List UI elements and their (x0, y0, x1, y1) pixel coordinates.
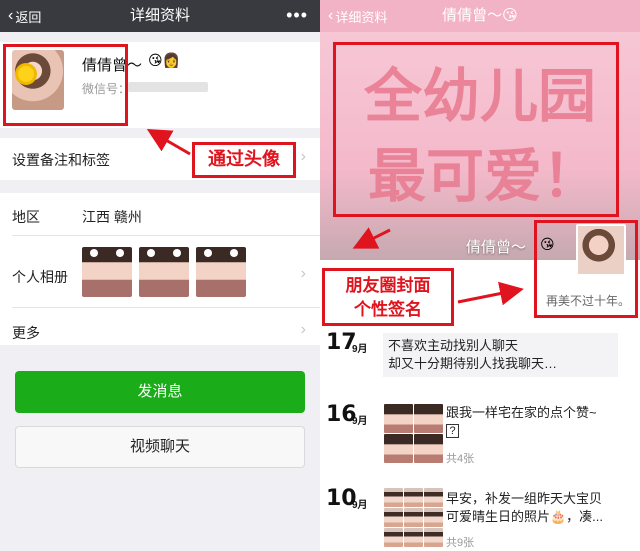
wechat-id-redacted (128, 82, 208, 92)
feed-month: 9月 (352, 500, 368, 511)
feed-photo[interactable] (404, 488, 423, 507)
feed-text-line: 早安，补发一组昨天大宝贝 (446, 491, 603, 506)
callout-via-avatar: 通过头像 (192, 142, 296, 178)
highlight-box-signature (534, 220, 638, 318)
divider (12, 235, 320, 236)
video-call-button[interactable]: 视频聊天 (15, 426, 305, 468)
feed-photo[interactable] (404, 528, 423, 547)
album-thumbnail[interactable] (82, 247, 132, 297)
nav-bar: ‹ 详细资料 倩倩曾～😘 (320, 0, 640, 32)
region-value: 江西 赣州 (82, 209, 142, 225)
feed-photo[interactable] (424, 528, 443, 547)
page-title: 详细资料 (129, 7, 190, 24)
feed-text-line: 可爱晴生日的照片🎂，凑... (446, 509, 604, 524)
feed-photo[interactable] (424, 488, 443, 507)
feed-photo[interactable] (414, 434, 443, 463)
name-emoji: 😘👩 (148, 52, 181, 68)
feed-photo[interactable] (384, 528, 403, 547)
feed-text-line: ? (446, 424, 459, 438)
callout-line-1: 朋友圈封面 (345, 276, 431, 296)
highlight-box-avatar (3, 44, 128, 126)
feed-photo[interactable] (414, 404, 443, 433)
highlight-box-cover (333, 42, 619, 217)
chevron-right-icon[interactable]: › (301, 265, 306, 283)
feed-photo[interactable] (404, 508, 423, 527)
album-thumbnail[interactable] (139, 247, 189, 297)
album-label: 个人相册 (12, 269, 68, 285)
page-title: 倩倩曾～😘 (442, 7, 518, 24)
chevron-right-icon[interactable]: › (301, 321, 306, 339)
profile-detail-pane: ‹ 返回 详细资料 ••• 倩倩曾～ 😘👩 微信号： 设置备注和标签 › 地区 … (0, 0, 320, 551)
feed-photo[interactable] (424, 508, 443, 527)
divider (12, 307, 320, 308)
chevron-right-icon: › (300, 148, 306, 165)
feed-month: 9月 (352, 344, 368, 355)
feed-photo[interactable] (384, 434, 413, 463)
feed-month: 9月 (352, 416, 368, 427)
more-label[interactable]: 更多 (12, 323, 40, 343)
nav-bar: ‹ 返回 详细资料 ••• (0, 0, 320, 32)
photo-count: 共9张 (446, 537, 475, 549)
feed-photo[interactable] (384, 508, 403, 527)
cover-profile-name: 倩倩曾～ (466, 239, 527, 256)
send-message-button[interactable]: 发消息 (15, 371, 305, 413)
feed-photo[interactable] (384, 488, 403, 507)
more-options-icon[interactable]: ••• (286, 0, 308, 32)
photo-count: 共4张 (446, 453, 475, 465)
callout-cover-signature: 朋友圈封面 个性签名 (322, 268, 454, 326)
feed-text-line: 跟我一样宅在家的点个赞~ (446, 405, 597, 420)
feed-text-line: 却又十分期待别人找我聊天… (388, 356, 558, 371)
album-thumbnail[interactable] (196, 247, 246, 297)
region-label: 地区 (12, 209, 40, 225)
remark-tags-label: 设置备注和标签 (12, 152, 110, 168)
callout-line-2: 个性签名 (354, 300, 422, 320)
feed-photo[interactable] (384, 404, 413, 433)
feed-text-line: 不喜欢主动找别人聊天 (388, 338, 519, 353)
